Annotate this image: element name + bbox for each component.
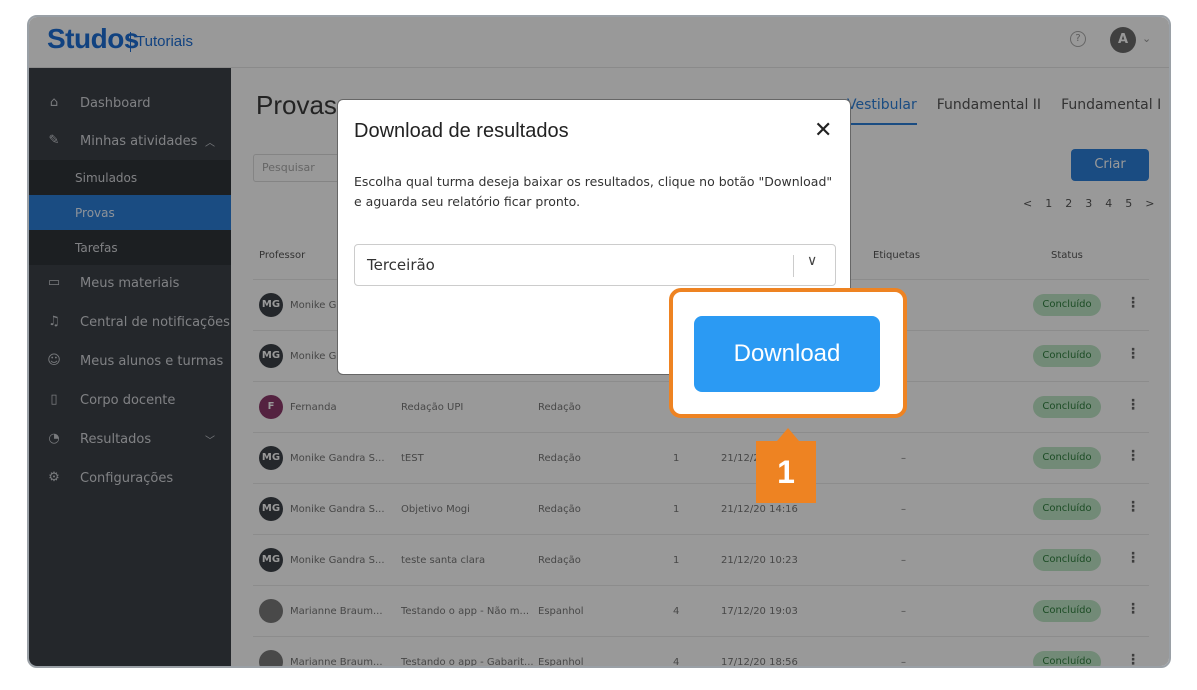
download-highlight: Download [669,288,907,418]
select-divider [793,255,794,277]
dialog-description: Escolha qual turma deseja baixar os resu… [354,174,833,209]
chevron-down-icon[interactable]: ∨ [807,253,817,269]
class-select[interactable]: Terceirão ∨ [354,244,836,286]
app-window: Studos Tutoriais ? A ⌄ ⌂ Dashboard ✎ Min… [27,15,1171,668]
dialog-title: Download de resultados [354,120,569,142]
step-badge: 1 [756,441,816,503]
download-button[interactable]: Download [694,316,880,392]
close-icon[interactable]: ✕ [814,118,832,143]
class-select-value: Terceirão [367,256,435,274]
callout-arrow [777,428,799,441]
